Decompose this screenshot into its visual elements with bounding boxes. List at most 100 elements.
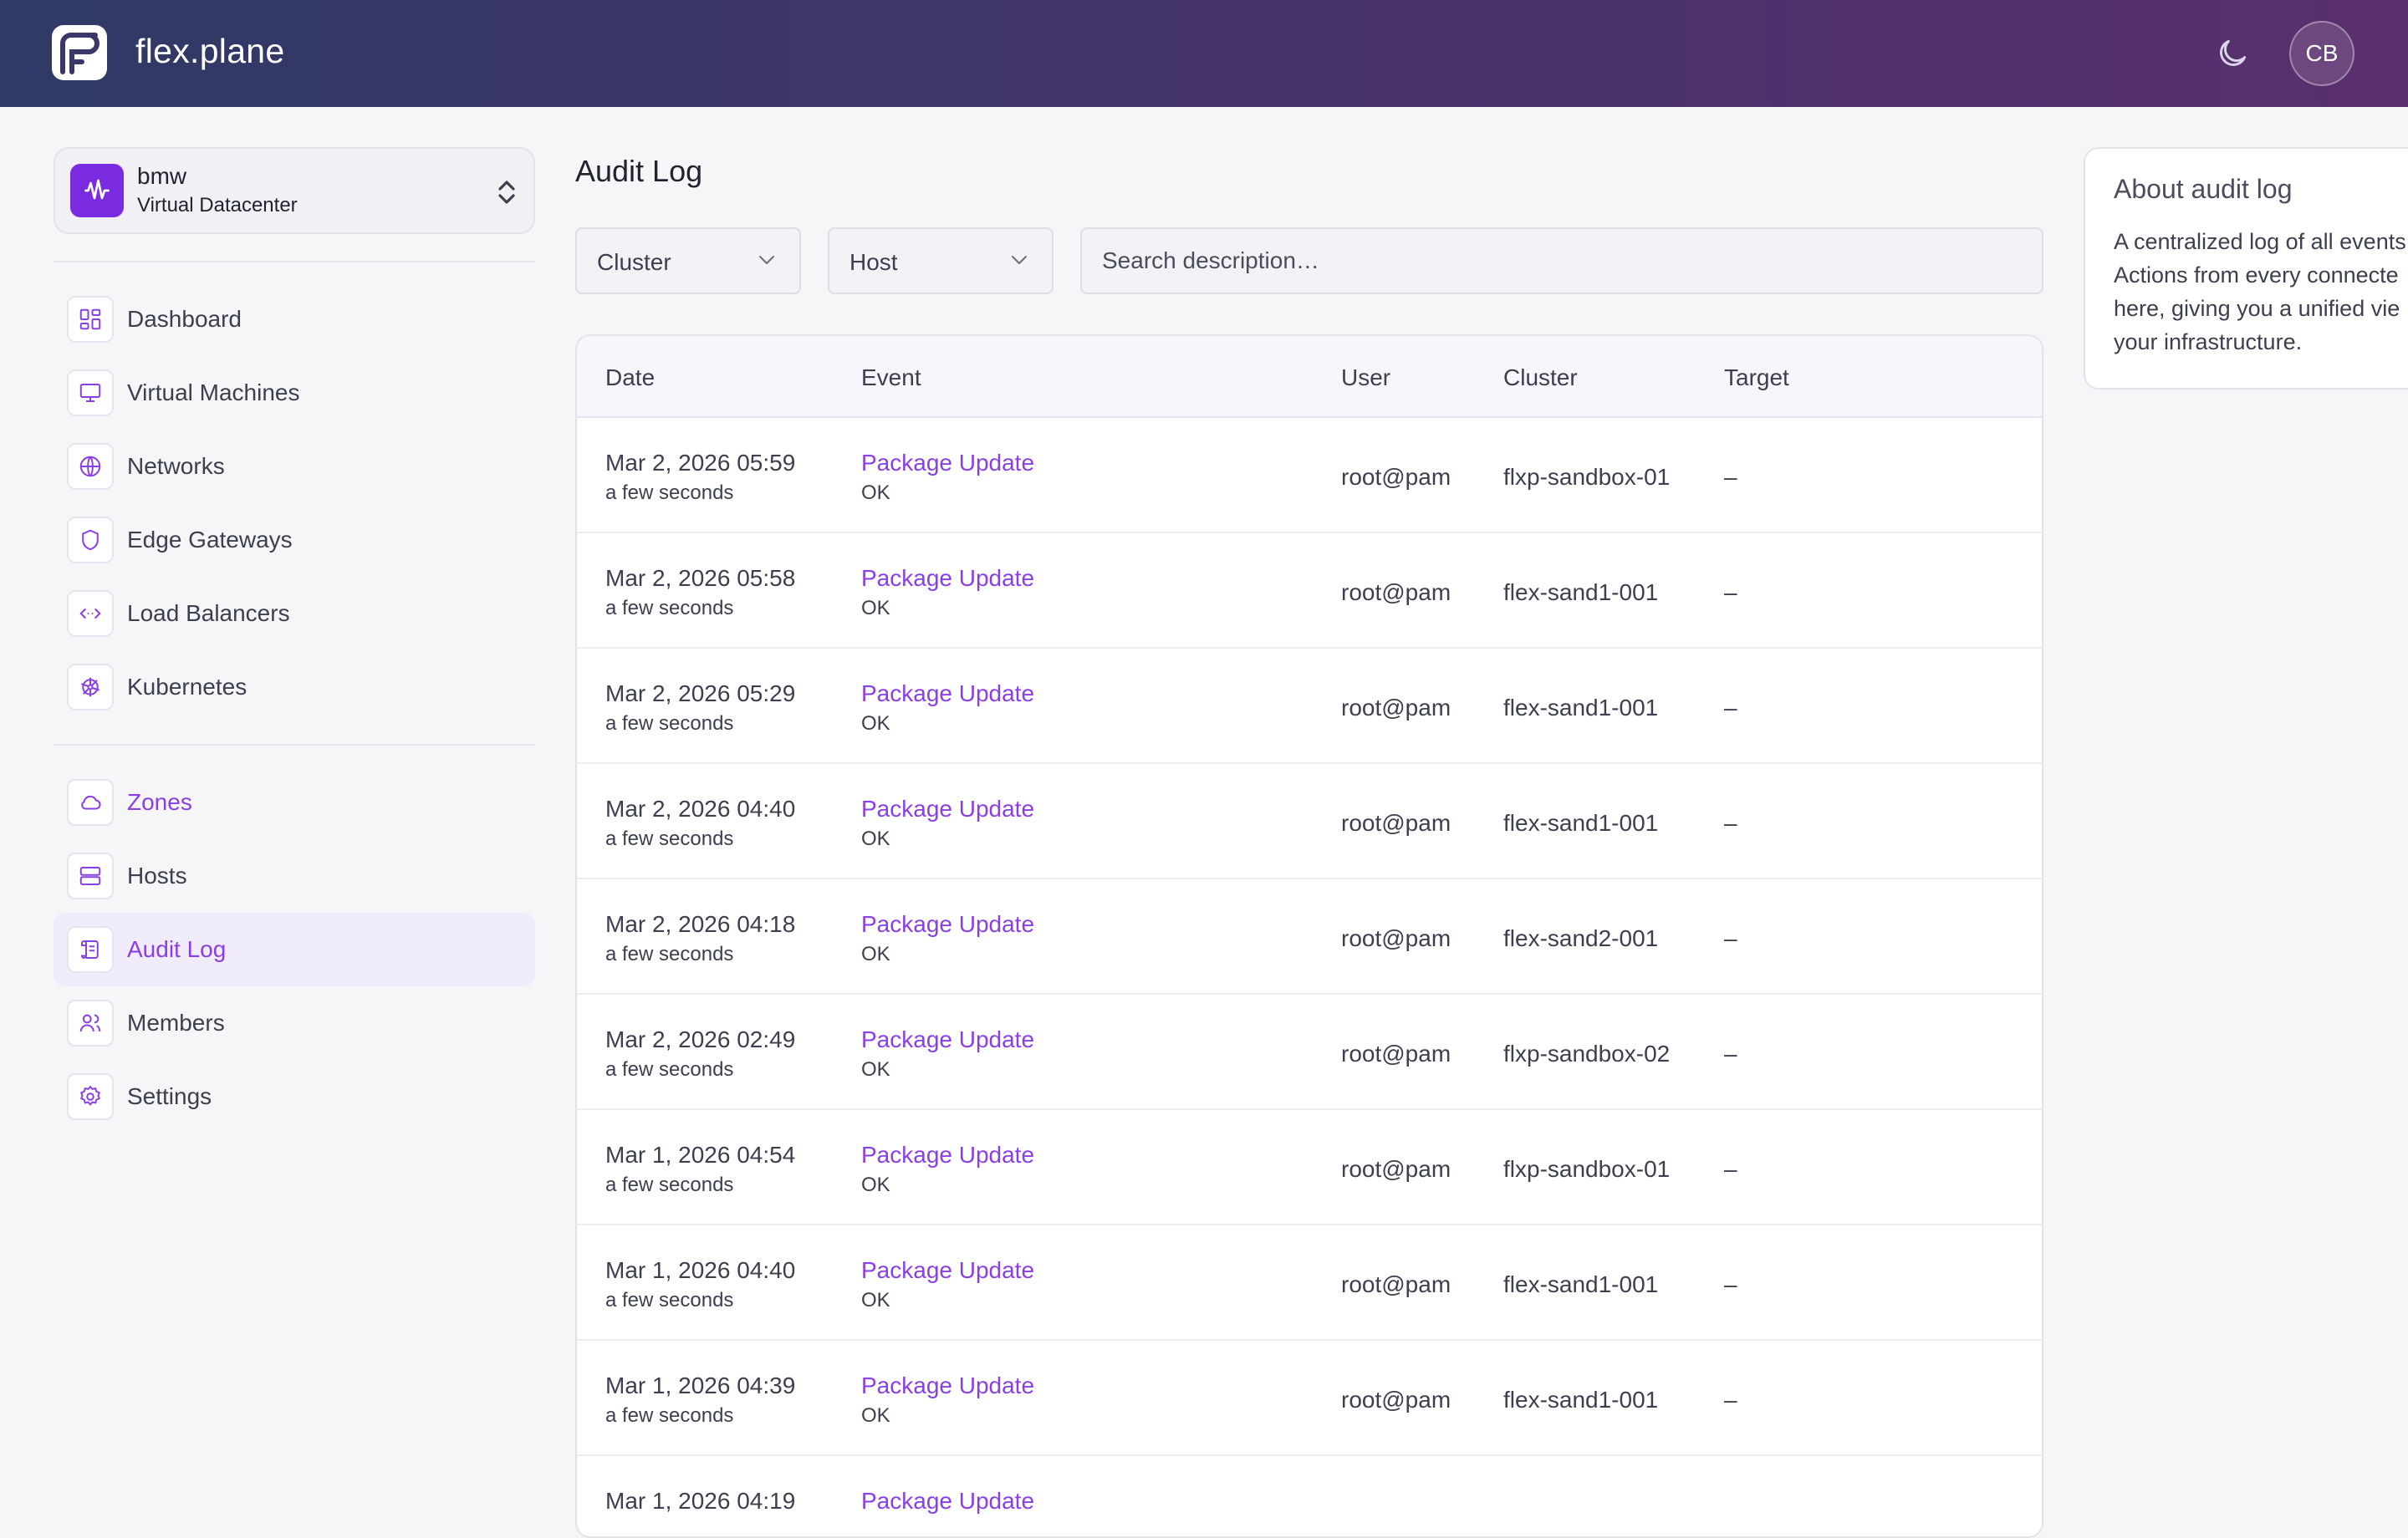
event-link[interactable]: Package Update: [861, 1257, 1034, 1284]
about-title: About audit log: [2114, 174, 2293, 204]
relative-time: a few seconds: [605, 712, 734, 735]
table-row[interactable]: Mar 1, 2026 04:54 a few seconds Package Up…: [577, 1110, 2042, 1225]
event-link[interactable]: Package Update: [861, 1372, 1034, 1399]
sidebar-item-label: Edge Gateways: [127, 527, 293, 553]
sidebar-item-networks[interactable]: Networks: [54, 430, 535, 503]
scroll-icon: [67, 926, 114, 973]
user-cell: root@pam: [1341, 579, 1451, 605]
date-cell: Mar 2, 2026 04:40: [605, 796, 796, 822]
event-link[interactable]: Package Update: [861, 450, 1034, 476]
cluster-cell: flxp-sandbox-01: [1503, 1156, 1671, 1182]
table-row[interactable]: Mar 1, 2026 04:19 Package Update: [577, 1456, 2042, 1536]
dashboard-icon: [67, 296, 114, 343]
target-cell: –: [1724, 579, 1737, 605]
target-cell: –: [1724, 810, 1737, 836]
gear-icon: [67, 1073, 114, 1120]
column-header-date[interactable]: Date: [605, 364, 655, 391]
column-header-target[interactable]: Target: [1724, 364, 1789, 391]
sidebar-item-label: Zones: [127, 789, 192, 815]
sidebar-item-load-balancers[interactable]: Load Balancers: [54, 577, 535, 650]
target-cell: –: [1724, 695, 1737, 721]
audit-log-table: Date Event User Cluster Target Mar 2, 20…: [575, 334, 2043, 1538]
sidebar-item-virtual-machines[interactable]: Virtual Machines: [54, 356, 535, 430]
monitor-icon: [67, 369, 114, 416]
sidebar-item-dashboard[interactable]: Dashboard: [54, 283, 535, 356]
sidebar-item-label: Load Balancers: [127, 600, 290, 626]
user-cell: root@pam: [1341, 1156, 1451, 1182]
server-icon: [67, 853, 114, 899]
globe-icon: [67, 443, 114, 490]
cloud-icon: [67, 779, 114, 826]
table-row[interactable]: Mar 2, 2026 05:58 a few seconds Package Up…: [577, 533, 2042, 649]
event-link[interactable]: Package Update: [861, 1488, 1034, 1515]
user-cell: root@pam: [1341, 925, 1451, 951]
top-bar: flex.plane CB: [0, 0, 2408, 107]
search-description-input[interactable]: [1080, 227, 2043, 294]
date-cell: Mar 1, 2026 04:40: [605, 1257, 796, 1283]
user-avatar[interactable]: CB: [2289, 21, 2354, 86]
user-cell: root@pam: [1341, 1387, 1451, 1413]
cluster-filter-label: Cluster: [597, 249, 671, 275]
cluster-cell: flex-sand2-001: [1503, 925, 1659, 951]
table-row[interactable]: Mar 1, 2026 04:40 a few seconds Package Up…: [577, 1225, 2042, 1341]
user-cell: root@pam: [1341, 464, 1451, 490]
table-row[interactable]: Mar 1, 2026 04:39 a few seconds Package Up…: [577, 1341, 2042, 1456]
date-cell: Mar 2, 2026 05:58: [605, 565, 796, 591]
sidebar-divider: [54, 261, 535, 262]
user-cell: root@pam: [1341, 1271, 1451, 1297]
user-cell: root@pam: [1341, 810, 1451, 836]
event-link[interactable]: Package Update: [861, 1142, 1034, 1169]
sidebar-item-label: Networks: [127, 453, 225, 479]
about-text-line: Actions from every connecte: [2114, 262, 2399, 288]
sidebar-item-kubernetes[interactable]: Kubernetes: [54, 650, 535, 724]
cluster-filter-select[interactable]: Cluster: [575, 227, 801, 294]
vdc-name: bmw: [137, 163, 187, 189]
sidebar-item-zones[interactable]: Zones: [54, 766, 535, 839]
table-row[interactable]: Mar 2, 2026 02:49 a few seconds Package Up…: [577, 995, 2042, 1110]
about-text-line: here, giving you a unified vie: [2114, 296, 2400, 321]
sidebar-item-members[interactable]: Members: [54, 986, 535, 1060]
user-cell: root@pam: [1341, 695, 1451, 721]
users-icon: [67, 1000, 114, 1047]
flexplane-logo-icon[interactable]: [52, 25, 107, 80]
sidebar-item-label: Members: [127, 1010, 225, 1036]
event-link[interactable]: Package Update: [861, 911, 1034, 938]
event-link[interactable]: Package Update: [861, 680, 1034, 707]
relative-time: a few seconds: [605, 1289, 734, 1311]
target-cell: –: [1724, 1041, 1737, 1067]
brand-name[interactable]: flex.plane: [135, 32, 285, 71]
host-filter-label: Host: [849, 249, 898, 275]
relative-time: a few seconds: [605, 943, 734, 965]
event-link[interactable]: Package Update: [861, 1026, 1034, 1053]
sidebar-item-audit-log[interactable]: Audit Log: [54, 913, 535, 986]
event-link[interactable]: Package Update: [861, 565, 1034, 592]
sidebar-item-label: Audit Log: [127, 936, 227, 962]
table-row[interactable]: Mar 2, 2026 04:40 a few seconds Package Up…: [577, 764, 2042, 879]
sidebar-item-settings[interactable]: Settings: [54, 1060, 535, 1133]
event-link[interactable]: Package Update: [861, 796, 1034, 822]
relative-time: a few seconds: [605, 1404, 734, 1427]
code-arrows-icon: [67, 590, 114, 637]
cluster-cell: flex-sand1-001: [1503, 810, 1659, 836]
date-cell: Mar 2, 2026 02:49: [605, 1026, 796, 1052]
sidebar-item-edge-gateways[interactable]: Edge Gateways: [54, 503, 535, 577]
column-header-event[interactable]: Event: [861, 364, 921, 391]
date-cell: Mar 2, 2026 04:18: [605, 911, 796, 937]
table-row[interactable]: Mar 2, 2026 04:18 a few seconds Package Up…: [577, 879, 2042, 995]
vdc-switcher[interactable]: bmw Virtual Datacenter: [54, 147, 535, 234]
column-header-user[interactable]: User: [1341, 364, 1390, 391]
helm-wheel-icon: [67, 664, 114, 710]
sidebar-divider: [54, 744, 535, 746]
event-status: OK: [861, 481, 890, 504]
table-row[interactable]: Mar 2, 2026 05:29 a few seconds Package Up…: [577, 649, 2042, 764]
chevron-down-icon: [1012, 256, 1027, 264]
host-filter-select[interactable]: Host: [828, 227, 1054, 294]
column-header-cluster[interactable]: Cluster: [1503, 364, 1578, 391]
table-header: Date Event User Cluster Target: [577, 336, 2042, 418]
sidebar-item-hosts[interactable]: Hosts: [54, 839, 535, 913]
moon-icon[interactable]: [2214, 35, 2251, 72]
chevron-down-icon: [759, 256, 774, 264]
waveform-icon: [70, 164, 124, 217]
table-row[interactable]: Mar 2, 2026 05:59 a few seconds Package Up…: [577, 418, 2042, 533]
about-text-line: A centralized log of all events: [2114, 229, 2406, 254]
